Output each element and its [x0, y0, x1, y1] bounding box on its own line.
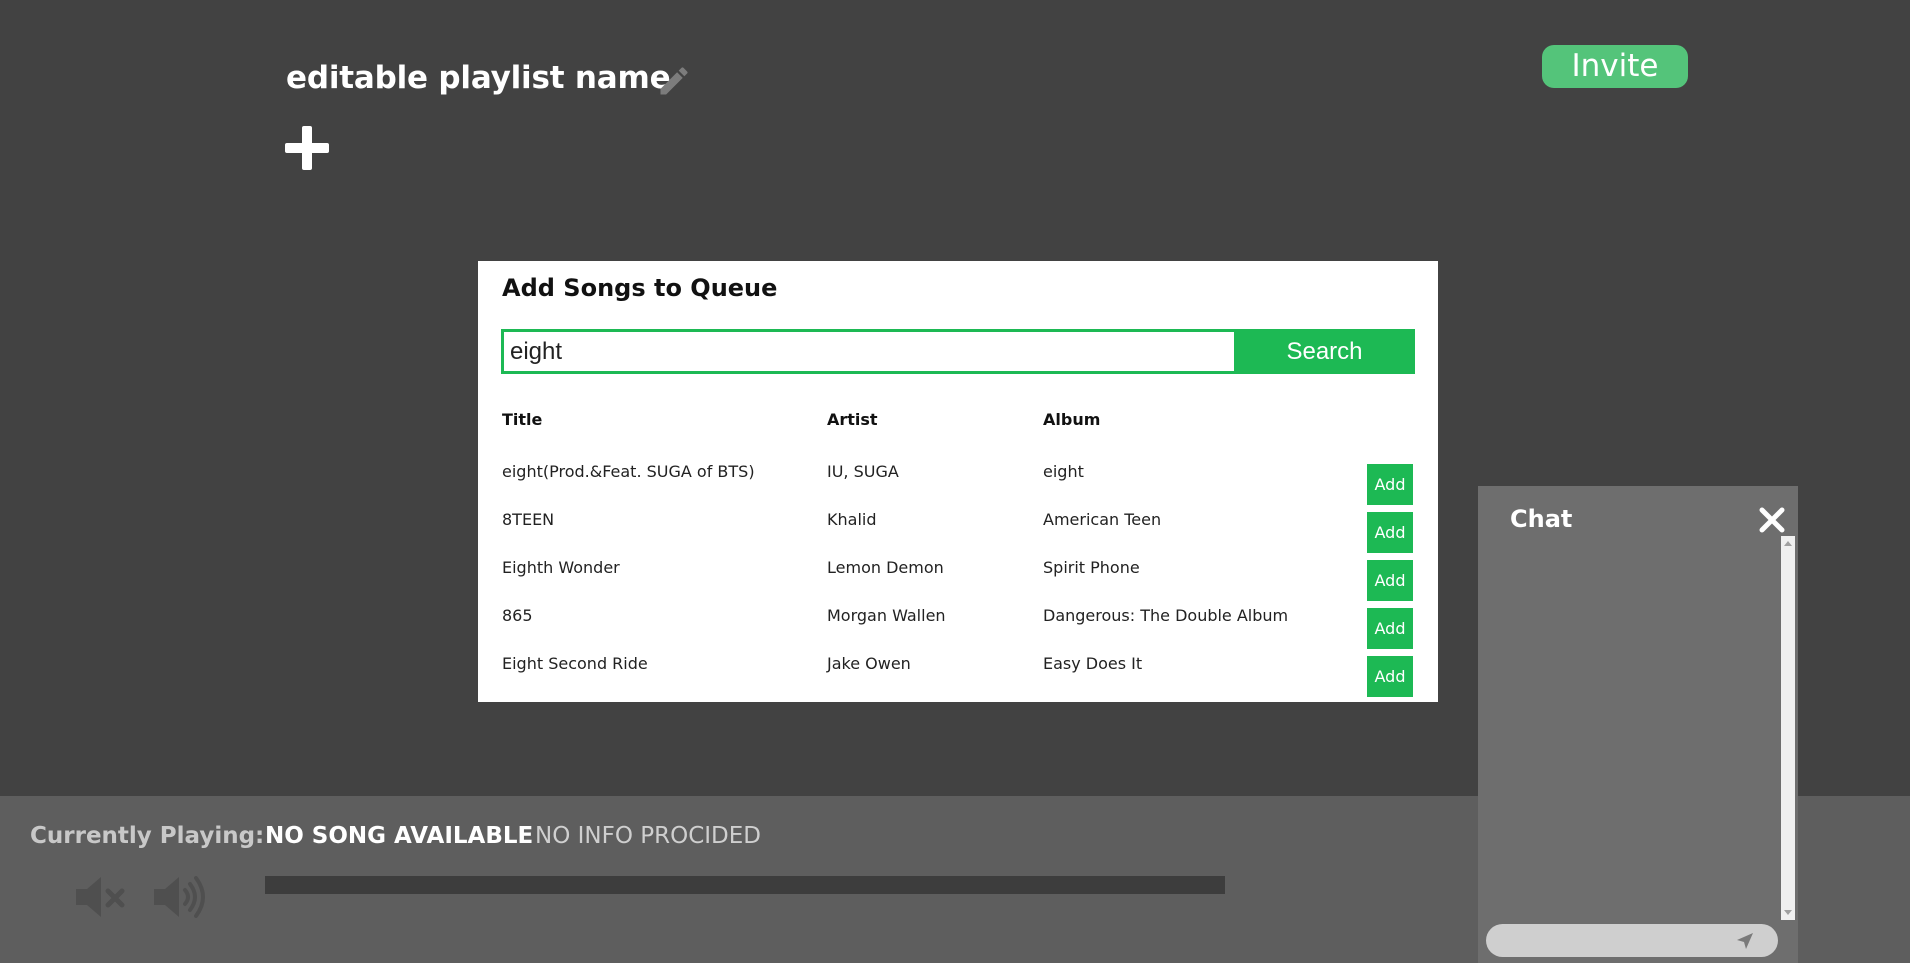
currently-playing-label: Currently Playing:	[30, 823, 265, 849]
add-song-button[interactable]: Add	[1367, 608, 1413, 649]
scroll-up-arrow-icon[interactable]	[1784, 541, 1792, 546]
search-input[interactable]	[501, 329, 1235, 374]
chat-panel: Chat	[1478, 486, 1798, 963]
current-song-title: NO SONG AVAILABLE	[265, 823, 534, 849]
search-button[interactable]: Search	[1234, 329, 1415, 374]
column-header-album: Album	[1043, 410, 1101, 429]
chat-scrollbar[interactable]	[1781, 536, 1795, 920]
song-artist: Morgan Wallen	[827, 606, 946, 625]
song-artist: IU, SUGA	[827, 462, 899, 481]
app-root: editable playlist name Invite Add Songs …	[0, 0, 1910, 963]
column-header-title: Title	[502, 410, 543, 429]
chat-message-input[interactable]	[1486, 924, 1778, 957]
song-title: 865	[502, 606, 533, 625]
table-row: eight(Prod.&Feat. SUGA of BTS) IU, SUGA …	[478, 462, 1438, 510]
modal-title: Add Songs to Queue	[502, 274, 778, 302]
playlist-name[interactable]: editable playlist name	[286, 60, 671, 96]
song-artist: Jake Owen	[827, 654, 911, 673]
add-songs-modal: Add Songs to Queue Search Title Artist A…	[478, 261, 1438, 702]
table-row: 865 Morgan Wallen Dangerous: The Double …	[478, 606, 1438, 654]
song-album: Spirit Phone	[1043, 558, 1140, 577]
current-song-info: NO INFO PROCIDED	[535, 823, 762, 849]
song-title: 8TEEN	[502, 510, 555, 529]
song-album: eight	[1043, 462, 1084, 481]
add-song-button[interactable]: Add	[1367, 560, 1413, 601]
column-header-artist: Artist	[827, 410, 878, 429]
song-album: Dangerous: The Double Album	[1043, 606, 1289, 625]
volume-up-icon[interactable]	[152, 872, 210, 922]
add-song-button[interactable]: Add	[1367, 512, 1413, 553]
pencil-icon[interactable]	[656, 63, 692, 99]
song-title: Eight Second Ride	[502, 654, 648, 673]
close-icon[interactable]	[1758, 506, 1786, 534]
table-row: 8TEEN Khalid American Teen Add	[478, 510, 1438, 558]
add-song-button[interactable]: Add	[1367, 464, 1413, 505]
table-row: Eighth Wonder Lemon Demon Spirit Phone A…	[478, 558, 1438, 606]
add-song-button[interactable]: Add	[1367, 656, 1413, 697]
volume-mute-icon[interactable]	[74, 874, 128, 920]
song-title: Eighth Wonder	[502, 558, 620, 577]
song-album: American Teen	[1043, 510, 1162, 529]
scroll-down-arrow-icon[interactable]	[1784, 910, 1792, 915]
send-icon[interactable]	[1736, 932, 1754, 950]
song-artist: Lemon Demon	[827, 558, 944, 577]
chat-title: Chat	[1510, 505, 1573, 533]
plus-icon[interactable]	[285, 126, 329, 170]
song-artist: Khalid	[827, 510, 877, 529]
progress-bar[interactable]	[265, 876, 1225, 894]
invite-button[interactable]: Invite	[1542, 45, 1688, 88]
table-row: Eight Second Ride Jake Owen Easy Does It…	[478, 654, 1438, 702]
song-album: Easy Does It	[1043, 654, 1143, 673]
song-title: eight(Prod.&Feat. SUGA of BTS)	[502, 462, 755, 481]
